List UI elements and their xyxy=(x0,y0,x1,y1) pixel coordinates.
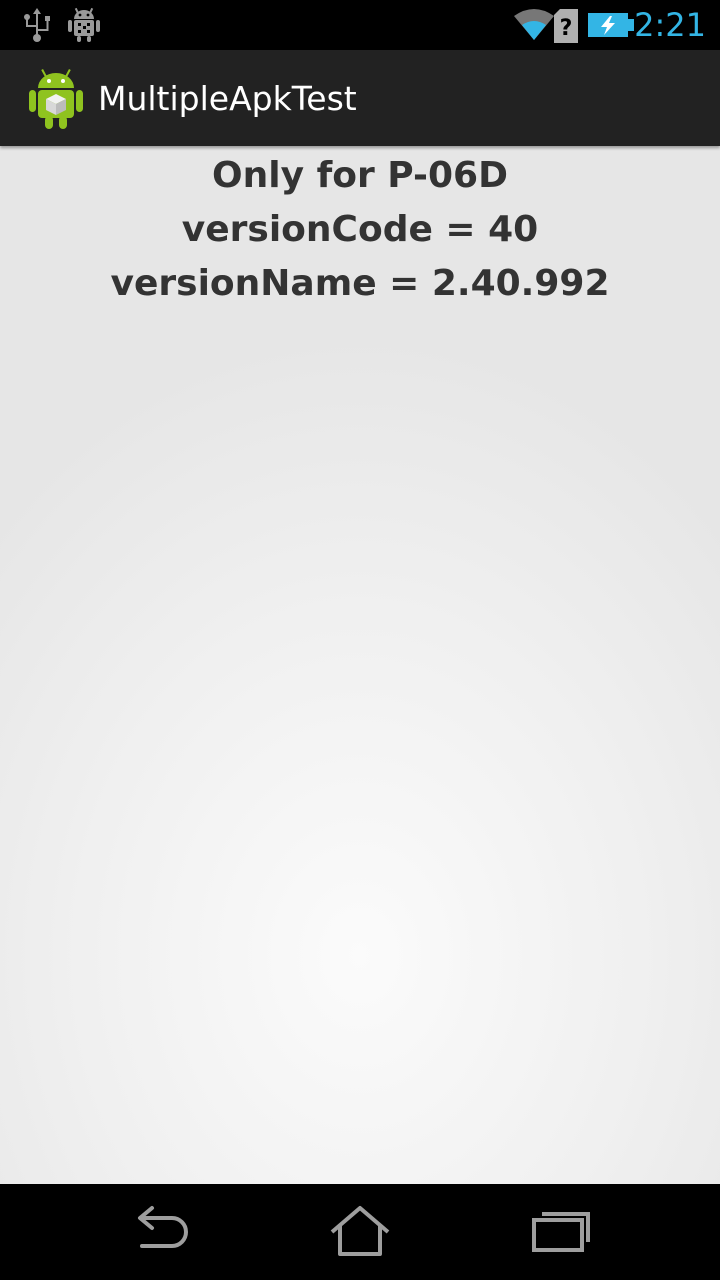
recents-icon[interactable] xyxy=(520,1202,600,1262)
status-clock: 2:21 xyxy=(634,6,706,44)
version-code-text: versionCode = 40 xyxy=(181,209,539,250)
app-title: MultipleApkTest xyxy=(98,79,357,118)
action-bar: MultipleApkTest xyxy=(0,50,720,146)
version-name-text: versionName = 2.40.992 xyxy=(110,263,610,304)
home-icon[interactable] xyxy=(320,1202,400,1262)
device-only-text: Only for P-06D xyxy=(212,155,508,196)
svg-text:?: ? xyxy=(560,16,573,41)
usb-icon xyxy=(24,8,50,42)
navigation-bar xyxy=(0,1184,720,1280)
status-bar: ? 2:21 xyxy=(0,0,720,50)
main-content: Only for P-06D versionCode = 40 versionN… xyxy=(0,146,720,1184)
wifi-icon xyxy=(514,9,554,40)
no-sim-icon: ? xyxy=(554,9,578,43)
battery-charging-icon xyxy=(588,13,634,37)
back-icon[interactable] xyxy=(120,1202,200,1262)
debug-icon xyxy=(68,7,100,42)
android-app-icon[interactable] xyxy=(28,66,84,130)
